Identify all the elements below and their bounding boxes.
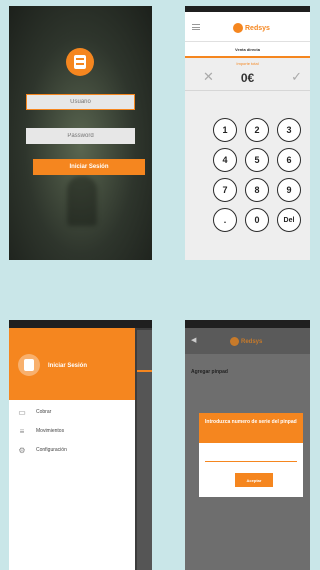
dialog-header: Introduzca numero de serie del pinpad <box>199 413 303 443</box>
menu-icon[interactable] <box>192 24 200 30</box>
brand: Redsys <box>230 337 262 346</box>
receipt-icon <box>24 359 34 371</box>
navigation-drawer: Iniciar Sesión ▭ Cobrar ≡ Movimientos ⚙ … <box>9 328 135 570</box>
drawer-item-label: Movimientos <box>36 428 65 434</box>
drawer-title[interactable]: Iniciar Sesión <box>48 363 87 369</box>
login-button[interactable]: Iniciar Sesión <box>33 159 145 175</box>
brand-logo-icon <box>233 23 243 33</box>
drawer-item-configuracion[interactable]: ⚙ Configuración <box>9 443 135 457</box>
drawer-item-label: Configuración <box>36 447 67 453</box>
key-5[interactable]: 5 <box>245 148 269 172</box>
key-9[interactable]: 9 <box>277 178 301 202</box>
amount-row: ✕ 0€ ✓ <box>185 66 310 88</box>
gear-icon: ⚙ <box>18 445 26 455</box>
key-0[interactable]: 0 <box>245 208 269 232</box>
status-bar <box>9 320 152 328</box>
back-icon[interactable]: ◀ <box>191 336 196 344</box>
drawer-item-label: Cobrar <box>36 409 52 415</box>
background-accent <box>137 370 152 372</box>
drawer-screen: Iniciar Sesión ▭ Cobrar ≡ Movimientos ⚙ … <box>9 320 152 570</box>
background-figure <box>67 176 97 226</box>
drawer-item-cobrar[interactable]: ▭ Cobrar <box>9 405 135 419</box>
key-7[interactable]: 7 <box>213 178 237 202</box>
avatar <box>18 354 40 376</box>
app-logo <box>66 48 94 76</box>
accept-button[interactable]: Aceptar <box>235 473 273 487</box>
keypad-screen: Redsys Venta directa Importe total ✕ 0€ … <box>185 6 310 260</box>
app-bar: Redsys <box>185 12 310 42</box>
card-icon: ▭ <box>18 407 26 417</box>
pinpad-screen: ◀ Redsys Agregar pinpad Introduzca numer… <box>185 320 310 570</box>
password-input[interactable] <box>26 128 135 144</box>
brand-name: Redsys <box>245 24 270 32</box>
key-delete[interactable]: Del <box>277 208 301 232</box>
brand-logo-icon <box>230 337 239 346</box>
app-bar: ◀ Redsys <box>185 328 310 354</box>
key-6[interactable]: 6 <box>277 148 301 172</box>
serial-number-input[interactable] <box>205 461 297 462</box>
list-icon: ≡ <box>19 426 25 436</box>
key-1[interactable]: 1 <box>213 118 237 142</box>
key-decimal[interactable]: . <box>213 208 237 232</box>
tab-venta-directa[interactable]: Venta directa <box>185 42 310 58</box>
key-2[interactable]: 2 <box>245 118 269 142</box>
receipt-icon <box>74 55 86 69</box>
serial-dialog: Introduzca numero de serie del pinpad Ac… <box>199 413 303 497</box>
key-8[interactable]: 8 <box>245 178 269 202</box>
status-bar <box>185 320 310 328</box>
brand: Redsys <box>233 23 270 33</box>
page-title: Agregar pinpad <box>191 369 228 375</box>
key-4[interactable]: 4 <box>213 148 237 172</box>
drawer-header: Iniciar Sesión <box>9 328 135 400</box>
divider <box>185 90 310 91</box>
key-3[interactable]: 3 <box>277 118 301 142</box>
dialog-title: Introduzca numero de serie del pinpad <box>205 419 297 425</box>
brand-name: Redsys <box>241 338 263 345</box>
confirm-icon[interactable]: ✓ <box>291 69 302 85</box>
login-screen: Iniciar Sesión <box>9 6 152 260</box>
username-input[interactable] <box>26 94 135 110</box>
drawer-item-movimientos[interactable]: ≡ Movimientos <box>9 424 135 438</box>
background-content <box>137 330 152 570</box>
numeric-keypad: 1 2 3 4 5 6 7 8 9 . 0 Del <box>213 118 301 238</box>
